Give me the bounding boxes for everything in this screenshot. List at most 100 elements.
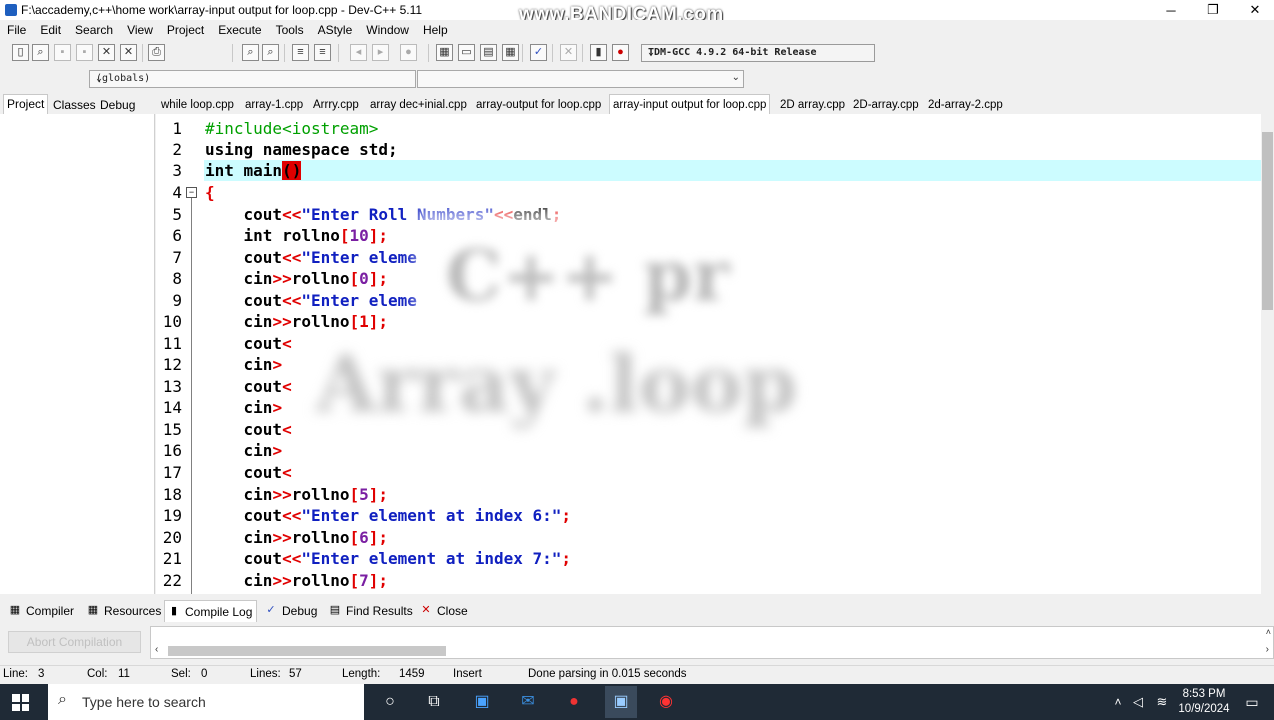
save-icon[interactable]: ▪ — [54, 44, 71, 61]
replace-icon[interactable]: ⌕ — [262, 44, 279, 61]
taskbar-search[interactable]: ⌕ Type here to search — [48, 684, 364, 720]
tab-resources[interactable]: ▦ Resources — [84, 600, 162, 622]
file-tab[interactable]: 2d-array-2.cpp — [928, 97, 1003, 114]
tab-close[interactable]: ✕ Close — [417, 600, 467, 622]
tab-compile-log[interactable]: ▮ Compile Log — [164, 600, 258, 623]
status-length-label: Length: — [342, 668, 381, 680]
menu-bar: File Edit Search View Project Execute To… — [0, 20, 1274, 40]
devcpp-taskbar-icon[interactable]: ▣ — [605, 686, 637, 718]
file-tab[interactable]: Arrry.cpp — [313, 97, 359, 114]
file-tab[interactable]: while loop.cpp — [161, 97, 234, 114]
code-line: cout< — [205, 463, 292, 482]
scroll-right-icon[interactable]: › — [1266, 644, 1269, 655]
grid-icon[interactable]: ▦ — [502, 44, 519, 61]
class-browser-icon[interactable]: ▤ — [480, 44, 497, 61]
new-file-icon[interactable]: ▯ — [12, 44, 29, 61]
open-file-icon[interactable]: ⌕ — [32, 44, 49, 61]
file-tab[interactable]: array-1.cpp — [245, 97, 303, 114]
volume-icon[interactable]: ◁ — [1126, 690, 1150, 714]
maximize-button[interactable]: ❐ — [1190, 0, 1236, 20]
line-number: 6 — [172, 226, 182, 245]
save-all-icon[interactable]: ▪ — [76, 44, 93, 61]
vertical-scroll-thumb[interactable] — [1262, 132, 1273, 310]
code-editor[interactable]: 1 2 3 4 5 6 7 8 9 10 11 12 13 14 15 16 1… — [156, 114, 1261, 594]
file-tab-active[interactable]: array-input output for loop.cpp — [609, 94, 771, 115]
cortana-icon[interactable]: ○ — [378, 690, 402, 714]
menu-execute[interactable]: Execute — [211, 20, 268, 40]
project-panel — [0, 114, 155, 594]
toggle-comment-icon[interactable]: ● — [400, 44, 417, 61]
line-number: 17 — [162, 463, 182, 482]
menu-help[interactable]: Help — [416, 20, 455, 40]
line-number: 18 — [162, 485, 182, 504]
close-icon: ✕ — [421, 604, 431, 616]
layout-icon[interactable]: ▦ — [436, 44, 453, 61]
scroll-left-icon[interactable]: ‹ — [155, 644, 158, 655]
status-bar: Line: 3 Col: 11 Sel: 0 Lines: 57 Length:… — [0, 665, 1274, 684]
bookmark-icon[interactable]: ≡ — [314, 44, 331, 61]
status-line-label: Line: — [3, 668, 28, 680]
code-line: cin> — [205, 441, 283, 460]
task-view-icon[interactable]: ⧉ — [422, 690, 446, 714]
close-all-icon[interactable]: ✕ — [120, 44, 137, 61]
minimize-button[interactable]: ─ — [1148, 0, 1194, 20]
mail-icon[interactable]: ✉ — [516, 690, 540, 714]
file-tab[interactable]: 2D array.cpp — [780, 97, 845, 114]
menu-view[interactable]: View — [120, 20, 160, 40]
file-tab[interactable]: array dec+inial.cpp — [370, 97, 467, 114]
taskbar-clock[interactable]: 8:53 PM 10/9/2024 — [1168, 687, 1240, 717]
code-line: { — [205, 183, 215, 202]
compiler-select[interactable]: TDM-GCC 4.9.2 64-bit Release ⌄ — [641, 44, 875, 62]
close-file-icon[interactable]: ✕ — [98, 44, 115, 61]
line-number: 2 — [172, 140, 182, 159]
line-number: 13 — [162, 377, 182, 396]
code-line: cin>>rollno[6]; — [205, 528, 389, 547]
menu-astyle[interactable]: AStyle — [311, 20, 360, 40]
file-tab[interactable]: array-output for loop.cpp — [476, 97, 601, 114]
status-sel-label: Sel: — [171, 668, 191, 680]
bandicam-record-icon[interactable]: ◉ — [654, 690, 678, 714]
menu-project[interactable]: Project — [160, 20, 211, 40]
tab-compiler[interactable]: ▦ Compiler — [6, 600, 74, 622]
globals-select[interactable]: (globals) ⌄ — [89, 70, 416, 88]
menu-window[interactable]: Window — [359, 20, 416, 40]
windows-start-icon[interactable] — [12, 694, 29, 711]
menu-tools[interactable]: Tools — [269, 20, 311, 40]
window-icon[interactable]: ▭ — [458, 44, 475, 61]
pinterest-icon[interactable]: ● — [562, 690, 586, 714]
horizontal-scroll-thumb[interactable] — [168, 646, 446, 656]
file-tab[interactable]: 2D-array.cpp — [853, 97, 919, 114]
close-button[interactable]: ✕ — [1232, 0, 1274, 20]
abort-compilation-button[interactable]: Abort Compilation — [8, 631, 141, 653]
check-syntax-icon[interactable]: ✓ — [530, 44, 547, 61]
store-icon[interactable]: ▣ — [470, 690, 494, 714]
fold-guide — [191, 198, 192, 594]
left-panel-tabs: Project Classes Debug — [0, 94, 155, 115]
members-select[interactable]: ⌄ — [417, 70, 744, 88]
tab-find-results[interactable]: ▤ Find Results — [326, 600, 413, 622]
tab-debug[interactable]: Debug — [97, 96, 138, 114]
menu-search[interactable]: Search — [68, 20, 120, 40]
line-number: 9 — [172, 291, 182, 310]
tab-project[interactable]: Project — [3, 94, 49, 115]
menu-edit[interactable]: Edit — [33, 20, 68, 40]
tab-debug-output[interactable]: ✓ Debug — [262, 600, 317, 622]
blurred-overlay-text: C++ pr — [446, 234, 730, 317]
fold-toggle-icon[interactable]: − — [186, 187, 197, 198]
notification-icon[interactable]: ▭ — [1240, 690, 1264, 714]
print-icon[interactable]: ⎙ — [148, 44, 165, 61]
scroll-up-icon[interactable]: ˄ — [1266, 627, 1271, 637]
code-line: cin>>rollno[1]; — [205, 312, 389, 331]
code-line: cout<<"Enter eleme — [205, 248, 417, 267]
menu-file[interactable]: File — [0, 20, 33, 40]
debug-icon[interactable]: ● — [612, 44, 629, 61]
chart-icon[interactable]: ▮ — [590, 44, 607, 61]
code-line: cin>>rollno[5]; — [205, 485, 389, 504]
goto-line-icon[interactable]: ≡ — [292, 44, 309, 61]
stop-execution-icon[interactable]: ✕ — [560, 44, 577, 61]
indent-icon[interactable]: ▸ — [372, 44, 389, 61]
line-number: 1 — [172, 119, 182, 138]
unindent-icon[interactable]: ◂ — [350, 44, 367, 61]
tab-classes[interactable]: Classes — [50, 96, 99, 114]
find-icon[interactable]: ⌕ — [242, 44, 259, 61]
